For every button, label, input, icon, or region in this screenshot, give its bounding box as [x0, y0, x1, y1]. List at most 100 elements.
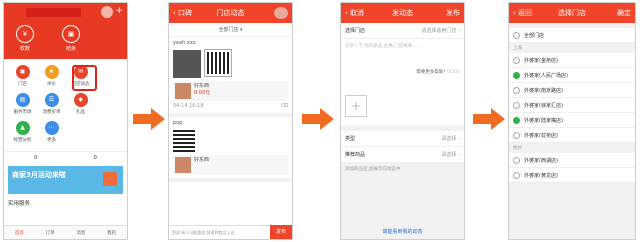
- promo-banner[interactable]: 商家3月活动来啦: [8, 166, 123, 194]
- stat-value: 0: [34, 155, 38, 161]
- news-card: yeah xxx 好东西 8.00元 04-14 16:18 ⌫: [169, 37, 292, 117]
- highlight-box: [72, 65, 97, 91]
- publish-button[interactable]: 发布: [270, 225, 292, 239]
- section-title: 实用服务: [8, 201, 31, 207]
- option-label: 外婆家(人民广场店): [524, 72, 568, 79]
- phone-home: + ¥ 收款 ▣ 结余 ◼ 门店 ★ 评价 ✉ 门店动态 ▤ 服务市场 ☰ 消费买单 ◆ 礼…: [3, 2, 128, 240]
- page-title: 发动态: [392, 9, 413, 17]
- product-note: 添加商品后,会展示在动态中: [345, 167, 401, 172]
- product-row[interactable]: 推荐商品 请选择 ›: [341, 147, 464, 163]
- card-images: [173, 130, 288, 152]
- store-list: 外婆家(西湖店) 外婆家(黄龙店): [509, 153, 635, 183]
- grid-label: 更多: [47, 138, 56, 143]
- store-list: 外婆家(金桥店) 外婆家(人民广场店) 外婆家(南京路店) 外婆家(徐家汇店) 外婆家(…: [509, 53, 635, 143]
- store-label: 选择门店: [345, 28, 366, 34]
- feature-grid: ◼ 门店 ★ 评价 ✉ 门店动态 ▤ 服务市场 ☰ 消费买单 ◆ 礼品 ▲ 经营分析 ⋯ 更多: [4, 59, 127, 151]
- qrcode-image[interactable]: [204, 49, 232, 77]
- product-card[interactable]: 好东西: [173, 155, 288, 175]
- product-card[interactable]: 好东西 8.00元: [173, 81, 288, 101]
- grid-label: 门店: [18, 82, 27, 87]
- radio-icon: [513, 86, 520, 94]
- store-hint: 请选择适用门店 ›: [421, 28, 460, 34]
- option-label: 外婆家(西湖店): [524, 157, 558, 164]
- product-image: [175, 157, 191, 173]
- chart-icon: ▲: [15, 121, 30, 135]
- store-select-row[interactable]: 选择门店 请选择适用门店 ›: [341, 23, 464, 39]
- store-option[interactable]: 外婆家(人民广场店): [509, 68, 635, 83]
- grid-item-store[interactable]: ◼ 门店: [8, 65, 37, 93]
- product-value: 请选择 ›: [441, 152, 460, 158]
- nav-bar: ‹ 口碑 门店动态: [169, 3, 292, 23]
- store-option[interactable]: 外婆家(虹桥店): [509, 128, 635, 143]
- radio-icon: [513, 56, 520, 64]
- grid-label: 评价: [47, 82, 56, 87]
- balance-label: 结余: [65, 46, 76, 52]
- option-label: 外婆家(金桥店): [524, 57, 558, 64]
- card-images: [173, 49, 288, 78]
- gift-icon: [103, 172, 117, 186]
- card-actions: 04-14 16:18 ⌫: [173, 103, 288, 110]
- option-label: 外婆家(虹桥店): [524, 132, 558, 139]
- tab-messages[interactable]: 消息: [76, 230, 85, 236]
- option-label: 外婆家(徐家汇店): [524, 102, 563, 109]
- grid-label: 经营分析: [13, 138, 32, 143]
- type-label: 类型: [345, 136, 356, 142]
- text-placeholder: 分享一下,你的新品,优惠,门店故事……: [345, 44, 422, 49]
- assist-link[interactable]: 需要更多帮助? 0/200: [345, 69, 460, 75]
- delete-icon[interactable]: ⌫: [281, 103, 288, 110]
- store-option[interactable]: 外婆家(黄龙店): [509, 168, 635, 183]
- tab-me[interactable]: 我的: [107, 230, 116, 236]
- option-label: 外婆家(陆家嘴店): [524, 117, 563, 124]
- store-option[interactable]: 外婆家(金桥店): [509, 53, 635, 68]
- radio-icon: [513, 156, 520, 164]
- arrow-right-icon: [302, 108, 334, 130]
- add-image-button[interactable]: +: [345, 95, 367, 117]
- redacted-account: [26, 8, 81, 17]
- grid-item-more[interactable]: ⋯ 更多: [37, 121, 66, 149]
- store-option[interactable]: 外婆家(西湖店): [509, 153, 635, 168]
- collect-label: 收款: [19, 46, 30, 52]
- grid-label: 消费买单: [42, 110, 61, 115]
- avatar[interactable]: [101, 6, 113, 18]
- help-link[interactable]: 谁能看到我的动态: [341, 228, 464, 235]
- grid-item-analysis[interactable]: ▲ 经营分析: [8, 121, 37, 149]
- product-price: 8.00元: [194, 90, 211, 96]
- store-option-all[interactable]: 全部门店: [509, 28, 635, 43]
- group-header: 上海: [509, 43, 635, 53]
- radio-icon: [513, 131, 520, 139]
- star-icon: ★: [44, 65, 59, 79]
- phone-store-news: ‹ 口碑 门店动态 全部门店 ▾ yeah xxx 好东西 8.00元 04-1…: [168, 2, 293, 240]
- radio-icon: [513, 101, 520, 109]
- bottom-hint: 您说,有人可能喜欢,快说到商品上去: [172, 230, 235, 235]
- grid-item-market[interactable]: ▤ 服务市场: [8, 93, 37, 121]
- grid-item-bill[interactable]: ☰ 消费买单: [37, 93, 66, 121]
- type-row[interactable]: 类型 请选择 ›: [341, 131, 464, 147]
- phone-compose: ‹ 取消 发动态 发布 选择门店 请选择适用门店 › 分享一下,你的新品,优惠,…: [340, 2, 465, 240]
- tab-orders[interactable]: 订单: [46, 230, 55, 236]
- tab-home[interactable]: 首页: [15, 230, 24, 236]
- store-option[interactable]: 外婆家(南京路店): [509, 83, 635, 98]
- bill-icon: ☰: [44, 93, 59, 107]
- product-name: 好东西: [194, 83, 210, 89]
- plus-icon[interactable]: +: [115, 6, 123, 16]
- nav-bar: ‹ 返回 选择门店 确定: [509, 3, 635, 23]
- arrow-right-icon: [473, 108, 505, 130]
- store-filter[interactable]: 全部门店 ▾: [169, 23, 292, 37]
- option-label: 外婆家(黄龙店): [524, 172, 558, 179]
- store-option[interactable]: 外婆家(徐家汇店): [509, 98, 635, 113]
- photo-image[interactable]: [173, 50, 201, 78]
- balance-button[interactable]: ▣: [62, 25, 80, 43]
- grid-item-gift[interactable]: ◆ 礼品: [66, 93, 95, 121]
- qrcode-image[interactable]: [173, 130, 195, 152]
- store-option[interactable]: 外婆家(陆家嘴店): [509, 113, 635, 128]
- collect-button[interactable]: ¥: [16, 25, 34, 43]
- grid-item-review[interactable]: ★ 评价: [37, 65, 66, 93]
- product-image: [175, 83, 191, 99]
- radio-icon: [513, 31, 520, 39]
- radio-icon: [513, 171, 520, 179]
- nav-bar: ‹ 取消 发动态 发布: [341, 3, 464, 23]
- checked-icon: [513, 116, 520, 124]
- text-area[interactable]: 分享一下,你的新品,优惠,门店故事…… 需要更多帮助? 0/200: [341, 39, 464, 89]
- type-value: 请选择 ›: [441, 136, 460, 142]
- stats-row: 0 0: [4, 151, 127, 164]
